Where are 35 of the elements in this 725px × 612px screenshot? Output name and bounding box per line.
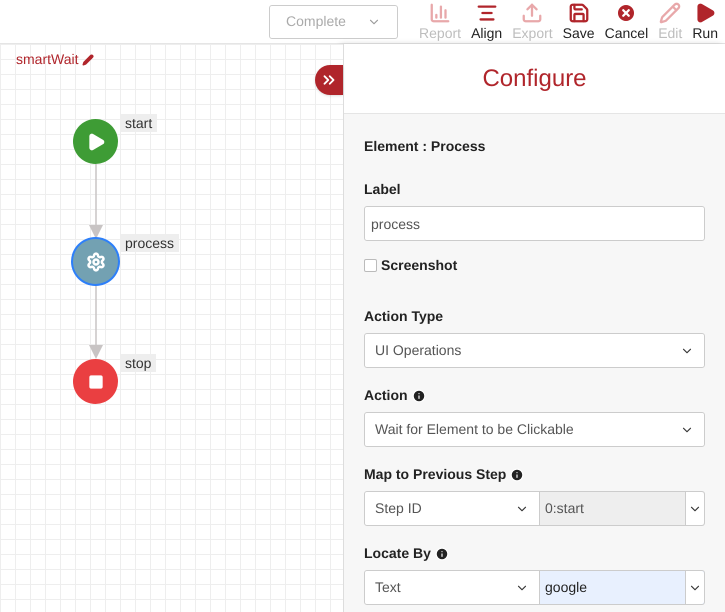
combo-field[interactable]: google xyxy=(540,570,705,605)
field-label: Locate By xyxy=(364,544,431,563)
save-button[interactable]: Save xyxy=(558,2,600,42)
select-field[interactable]: Text xyxy=(364,570,540,605)
stop-icon xyxy=(88,374,104,390)
run-button[interactable]: Run xyxy=(687,2,723,42)
field-label: Label xyxy=(364,180,401,199)
combo-field[interactable]: 0:start xyxy=(540,491,705,526)
label-field[interactable]: process xyxy=(364,206,705,241)
select-field[interactable]: Step ID xyxy=(364,491,540,526)
align-button[interactable]: Align xyxy=(466,2,508,42)
select-field[interactable]: UI Operations xyxy=(364,333,705,368)
field-label: Map to Previous Step xyxy=(364,465,506,484)
checkbox-label: Screenshot xyxy=(381,256,458,275)
screenshot-checkbox[interactable] xyxy=(364,259,377,272)
node-label: stop xyxy=(120,354,156,372)
process-node[interactable] xyxy=(73,239,118,284)
node-label: process xyxy=(120,234,180,252)
report-icon xyxy=(429,2,452,24)
pencil-icon[interactable] xyxy=(82,54,94,66)
gear-icon xyxy=(86,252,106,272)
cancel-button[interactable]: Cancel xyxy=(600,2,654,42)
element-heading: Element : Process xyxy=(364,137,486,156)
field-label: Action Type xyxy=(364,307,444,326)
panel-title: Configure xyxy=(482,64,587,94)
stop-node[interactable] xyxy=(73,359,118,404)
save-icon xyxy=(568,2,590,24)
select-field[interactable]: Wait for Element to be Clickable xyxy=(364,412,705,447)
field-label: Action xyxy=(364,386,408,405)
collapse-panel-button[interactable] xyxy=(315,65,343,95)
workflow-title: smartWait xyxy=(16,50,78,69)
edit-icon xyxy=(659,2,682,24)
export-icon xyxy=(521,2,544,24)
start-node[interactable] xyxy=(73,119,118,164)
node-label: start xyxy=(120,114,158,132)
